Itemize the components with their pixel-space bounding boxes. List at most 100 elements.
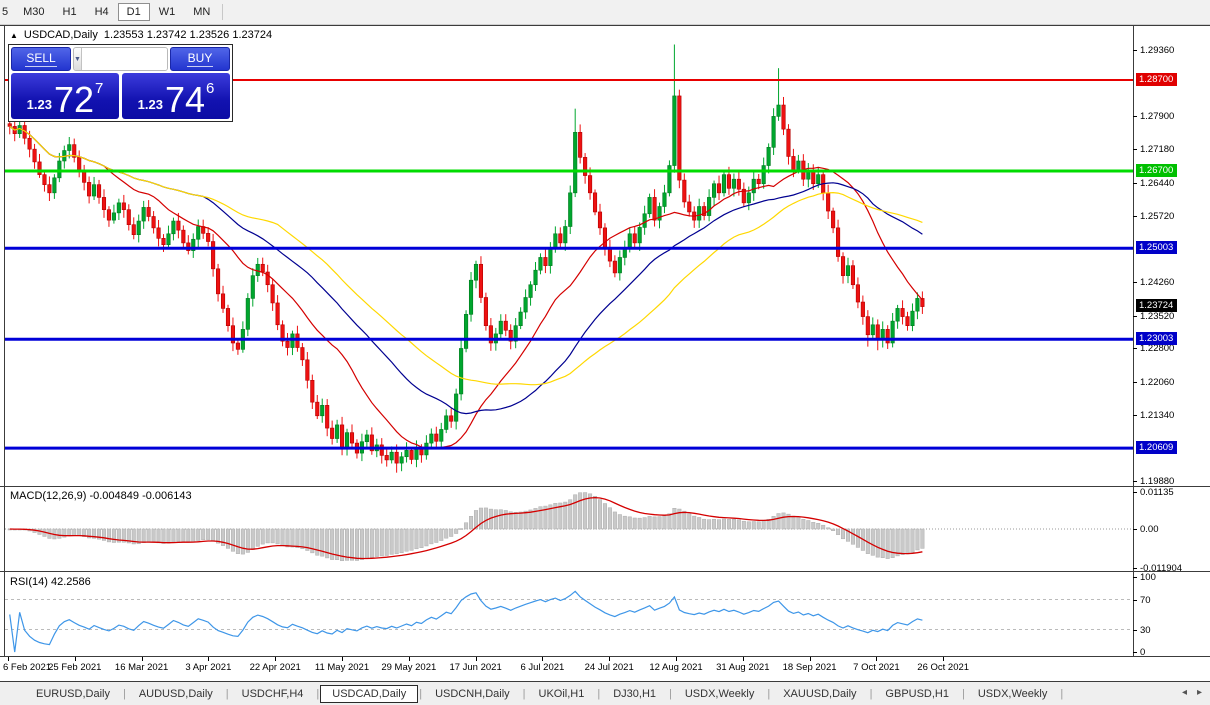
- date-label: 6 Feb 2021: [3, 662, 51, 673]
- timeframe-toolbar: 5M30H1H4D1W1MN: [0, 0, 1210, 25]
- volume-decrease-icon[interactable]: ▼: [74, 48, 82, 70]
- price-tick-mark: [1133, 149, 1137, 150]
- rsi-label: RSI(14) 42.2586: [10, 576, 91, 588]
- tab-separator: |: [523, 688, 526, 700]
- price-tick-label: 1.19880: [1140, 476, 1174, 487]
- tab-usdx-weekly[interactable]: USDX,Weekly: [966, 685, 1059, 703]
- price-tick-label: 1.21340: [1140, 410, 1174, 421]
- price-tick-mark: [1133, 415, 1137, 416]
- tab-ukoil-h1[interactable]: UKOil,H1: [527, 685, 597, 703]
- macd-label: MACD(12,26,9) -0.004849 -0.006143: [10, 490, 192, 502]
- macd-tick-mark: [1133, 492, 1137, 493]
- timeframe-button-d1[interactable]: D1: [118, 3, 150, 21]
- date-label: 6 Jul 2021: [520, 662, 564, 673]
- timeframe-button-h4[interactable]: H4: [86, 3, 118, 21]
- price-line-label: 1.28700: [1136, 73, 1177, 86]
- date-tick-mark: [876, 657, 877, 661]
- date-tick-mark: [676, 657, 677, 661]
- sell-button[interactable]: SELL: [11, 47, 71, 71]
- timeframe-button-5[interactable]: 5: [0, 3, 14, 21]
- price-tick-mark: [1133, 50, 1137, 51]
- date-label: 22 Apr 2021: [250, 662, 301, 673]
- date-tick-mark: [8, 657, 9, 661]
- current-price-label: 1.23724: [1136, 299, 1177, 312]
- macd-tick-label: 0.01135: [1140, 487, 1174, 498]
- tab-separator: |: [870, 688, 873, 700]
- buy-price-tile[interactable]: 1.23746: [122, 73, 230, 119]
- date-tick-mark: [810, 657, 811, 661]
- date-tick-mark: [542, 657, 543, 661]
- tab-scroll-arrows: ◂ ▸: [1182, 687, 1202, 698]
- price-tick-mark: [1133, 382, 1137, 383]
- rsi-tick-mark: [1133, 630, 1137, 631]
- tab-gbpusd-h1[interactable]: GBPUSD,H1: [873, 685, 961, 703]
- date-tick-mark: [743, 657, 744, 661]
- tab-usdcnh-daily[interactable]: USDCNH,Daily: [423, 685, 522, 703]
- chart-tabbar: EURUSD,Daily|AUDUSD,Daily|USDCHF,H4|USDC…: [0, 682, 1210, 705]
- price-tick-mark: [1133, 481, 1137, 482]
- tab-usdchf-h4[interactable]: USDCHF,H4: [230, 685, 316, 703]
- one-click-trade-panel: SELL ▼ ▲ BUY 1.23727 1.23746: [8, 44, 233, 122]
- tab-separator: |: [597, 688, 600, 700]
- price-tick-label: 1.22060: [1140, 377, 1174, 388]
- toolbar-separator: [222, 4, 223, 20]
- tab-usdcad-daily[interactable]: USDCAD,Daily: [320, 685, 418, 703]
- price-tick-mark: [1133, 216, 1137, 217]
- date-tick-mark: [409, 657, 410, 661]
- price-tick-mark: [1133, 316, 1137, 317]
- rsi-tick-label: 100: [1140, 572, 1156, 583]
- price-tick-label: 1.24260: [1140, 277, 1174, 288]
- timeframe-button-w1[interactable]: W1: [150, 3, 185, 21]
- collapse-triangle-icon[interactable]: ▲: [10, 31, 18, 40]
- date-label: 16 Mar 2021: [115, 662, 168, 673]
- date-tick-mark: [275, 657, 276, 661]
- price-line-label: 1.25003: [1136, 241, 1177, 254]
- price-tick-label: 1.27180: [1140, 144, 1174, 155]
- timeframe-button-m30[interactable]: M30: [14, 3, 53, 21]
- date-axis[interactable]: 6 Feb 202125 Feb 202116 Mar 20213 Apr 20…: [0, 657, 1210, 681]
- trading-terminal-window: 5M30H1H4D1W1MN ▲ USDCAD,Daily 1.23553 1.…: [0, 0, 1210, 705]
- price-tick-mark: [1133, 183, 1137, 184]
- date-label: 3 Apr 2021: [185, 662, 231, 673]
- date-tick-mark: [75, 657, 76, 661]
- tab-separator: |: [316, 688, 319, 700]
- rsi-tick-label: 30: [1140, 625, 1151, 636]
- tab-eurusd-daily[interactable]: EURUSD,Daily: [24, 685, 122, 703]
- date-label: 31 Aug 2021: [716, 662, 769, 673]
- sell-price-tile[interactable]: 1.23727: [11, 73, 119, 119]
- date-tick-mark: [208, 657, 209, 661]
- rsi-indicator-canvas[interactable]: [5, 572, 1133, 656]
- tab-dj30-h1[interactable]: DJ30,H1: [601, 685, 668, 703]
- rsi-tick-mark: [1133, 600, 1137, 601]
- price-tick-label: 1.25720: [1140, 211, 1174, 222]
- volume-input[interactable]: [82, 48, 168, 70]
- price-axis-divider: [1133, 26, 1134, 656]
- timeframe-button-h1[interactable]: H1: [54, 3, 86, 21]
- tab-scroll-right-icon[interactable]: ▸: [1197, 687, 1202, 698]
- tab-scroll-left-icon[interactable]: ◂: [1182, 687, 1187, 698]
- tab-audusd-daily[interactable]: AUDUSD,Daily: [127, 685, 225, 703]
- timeframe-button-mn[interactable]: MN: [184, 3, 219, 21]
- rsi-tick-mark: [1133, 652, 1137, 653]
- price-tick-label: 1.26440: [1140, 178, 1174, 189]
- date-label: 12 Aug 2021: [649, 662, 702, 673]
- macd-tick-mark: [1133, 529, 1137, 530]
- tab-usdx-weekly[interactable]: USDX,Weekly: [673, 685, 766, 703]
- price-line-label: 1.23003: [1136, 332, 1177, 345]
- tab-separator: |: [767, 688, 770, 700]
- date-tick-mark: [476, 657, 477, 661]
- chart-symbol-label: USDCAD,Daily: [24, 29, 98, 41]
- date-label: 24 Jul 2021: [585, 662, 634, 673]
- tab-separator: |: [1060, 688, 1063, 700]
- buy-button[interactable]: BUY: [170, 47, 230, 71]
- tab-separator: |: [226, 688, 229, 700]
- tab-xauusd-daily[interactable]: XAUUSD,Daily: [771, 685, 868, 703]
- date-label: 11 May 2021: [315, 662, 369, 673]
- tab-separator: |: [669, 688, 672, 700]
- date-label: 29 May 2021: [381, 662, 436, 673]
- price-line-label: 1.20609: [1136, 441, 1177, 454]
- tab-separator: |: [123, 688, 126, 700]
- date-label: 18 Sep 2021: [783, 662, 837, 673]
- rsi-tick-label: 70: [1140, 595, 1151, 606]
- date-label: 17 Jun 2021: [449, 662, 501, 673]
